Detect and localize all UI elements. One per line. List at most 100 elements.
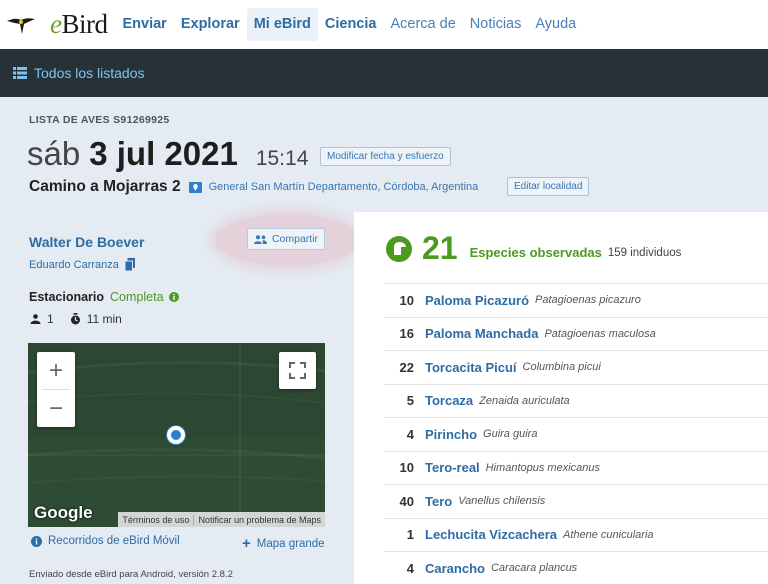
- species-scientific-name: Guira guira: [483, 428, 538, 441]
- observation-row: 4 Pirincho Guira guira: [384, 417, 768, 451]
- checklist-header: LISTA DE AVES S91269925 sáb 3 jul 2021 1…: [0, 97, 768, 212]
- big-map-label: Mapa grande: [256, 537, 325, 550]
- top-navigation: eBird Enviar Explorar Mi eBird Ciencia A…: [0, 0, 768, 49]
- observation-count: 4: [406, 426, 414, 442]
- species-common-name[interactable]: Pirincho: [425, 427, 477, 442]
- edit-location-button[interactable]: Editar localidad: [507, 177, 590, 196]
- nav-acerca-de[interactable]: Acerca de: [383, 8, 462, 41]
- checklist-id: LISTA DE AVES S91269925: [29, 114, 170, 126]
- sent-from-note: Enviado desde eBird para Android, versió…: [29, 569, 233, 580]
- species-icon: [386, 235, 412, 262]
- observation-count: 5: [406, 393, 414, 409]
- all-checklists-link[interactable]: Todos los listados: [34, 65, 145, 81]
- location-line: Camino a Mojarras 2 General San Martín D…: [29, 178, 478, 196]
- species-count: 21: [422, 230, 458, 266]
- observation-row: 16 Paloma Manchada Patagioenas maculosa: [384, 316, 768, 351]
- copy-icon: [124, 258, 135, 271]
- observation-count: 40: [399, 493, 414, 509]
- observation-row: 10 Paloma Picazuró Patagioenas picazuro: [384, 283, 768, 317]
- list-icon: [13, 67, 27, 79]
- duration-value: 11 min: [86, 312, 122, 326]
- ebird-wordmark: eBird: [50, 9, 108, 39]
- location-marker[interactable]: [167, 426, 185, 444]
- observation-count: 10: [399, 292, 414, 308]
- complete-status: Completa: [110, 290, 164, 304]
- nav-enviar[interactable]: Enviar: [116, 8, 174, 41]
- nav-ciencia[interactable]: Ciencia: [318, 8, 384, 41]
- species-scientific-name: Patagioenas maculosa: [544, 327, 656, 340]
- species-scientific-name: Columbina picui: [522, 361, 601, 374]
- location-name: Camino a Mojarras 2: [29, 178, 181, 195]
- species-common-name[interactable]: Tero-real: [425, 460, 480, 475]
- modify-date-effort-button[interactable]: Modificar fecha y esfuerzo: [320, 147, 451, 166]
- location-region[interactable]: General San Martín Departamento, Córdoba…: [209, 181, 479, 193]
- observation-row: 5 Torcaza Zenaida auriculata: [384, 383, 768, 418]
- protocol-line: Estacionario Completa: [29, 290, 179, 304]
- observation-row: 10 Tero-real Himantopus mexicanus: [384, 450, 768, 485]
- checklists-bar: Todos los listados: [0, 49, 768, 97]
- observation-count: 10: [399, 460, 414, 476]
- people-icon: [253, 234, 267, 244]
- fullscreen-button[interactable]: [279, 352, 316, 389]
- observer-name[interactable]: Walter De Boever: [29, 234, 144, 250]
- mobile-tracks-label: Recorridos de eBird Móvil: [48, 535, 180, 547]
- effort-stats: 1 11 min: [30, 312, 138, 326]
- checklist-date: 3 jul 2021: [89, 135, 238, 172]
- observation-count: 16: [399, 326, 414, 342]
- species-scientific-name: Caracara plancus: [490, 562, 578, 575]
- info-circle-icon: [31, 535, 42, 547]
- observation-count: 22: [399, 359, 414, 375]
- protocol-name: Estacionario: [29, 290, 105, 304]
- nav-ayuda[interactable]: Ayuda: [528, 8, 583, 41]
- report-problem-link[interactable]: Notificar un problema de Maps: [193, 514, 325, 525]
- map-zoom-controls: + −: [37, 352, 75, 427]
- info-icon[interactable]: [168, 292, 179, 302]
- plus-icon: +: [242, 535, 251, 552]
- species-scientific-name: Vanellus chilensis: [458, 495, 546, 508]
- species-common-name[interactable]: Torcacita Picuí: [425, 360, 517, 375]
- observation-row: 1 Lechucita Vizcachera Athene cunicularia: [384, 517, 768, 552]
- duration: 11 min: [70, 312, 122, 326]
- zoom-in-button[interactable]: +: [37, 352, 75, 389]
- party-size: 1: [30, 312, 54, 326]
- weekday: sáb: [27, 135, 81, 172]
- observation-list: 10 Paloma Picazuró Patagioenas picazuro 16…: [384, 283, 768, 584]
- party-size-value: 1: [47, 312, 54, 326]
- observation-row: 40 Tero Vanellus chilensis: [384, 484, 768, 518]
- species-common-name[interactable]: Paloma Picazuró: [425, 293, 529, 308]
- terms-link[interactable]: Términos de uso: [118, 515, 193, 525]
- shared-with-name[interactable]: Eduardo Carranza: [29, 259, 119, 271]
- nav-mi-ebird[interactable]: Mi eBird: [246, 8, 318, 41]
- google-logo: Google: [34, 503, 93, 522]
- zoom-out-button[interactable]: −: [37, 390, 75, 427]
- checklist-sidebar: Walter De Boever Compartir Eduardo Carra…: [0, 212, 359, 584]
- checklist-time: 15:14: [255, 147, 309, 170]
- species-common-name[interactable]: Torcaza: [425, 393, 473, 408]
- share-label: Compartir: [271, 233, 319, 245]
- species-common-name[interactable]: Paloma Manchada: [425, 326, 538, 341]
- map-attribution: Términos de uso Notificar un problema de…: [118, 512, 325, 527]
- share-button[interactable]: Compartir: [247, 228, 325, 250]
- species-scientific-name: Zenaida auriculata: [479, 394, 570, 407]
- nav-explorar[interactable]: Explorar: [174, 8, 247, 41]
- nav-noticias[interactable]: Noticias: [463, 8, 529, 41]
- shared-with: Eduardo Carranza: [29, 258, 135, 271]
- species-common-name[interactable]: Lechucita Vizcachera: [425, 527, 557, 542]
- fullscreen-icon: [289, 362, 306, 379]
- person-icon: [30, 314, 41, 324]
- observation-row: 22 Torcacita Picuí Columbina picui: [384, 350, 768, 384]
- observations-panel: 21 Especies observadas 159 individuos 10…: [354, 212, 768, 584]
- ebird-logo[interactable]: eBird: [0, 0, 108, 49]
- location-map[interactable]: + − Google Términos de uso Notificar un …: [28, 343, 325, 527]
- map-icon[interactable]: [188, 181, 202, 194]
- big-map-link[interactable]: + Mapa grande: [242, 535, 325, 552]
- individuals-count: 159 individuos: [607, 246, 682, 259]
- main-nav: Enviar Explorar Mi eBird Ciencia Acerca …: [116, 0, 584, 49]
- stopwatch-icon: [70, 313, 80, 325]
- species-common-name[interactable]: Carancho: [425, 561, 485, 576]
- mobile-tracks-link[interactable]: Recorridos de eBird Móvil: [31, 535, 180, 547]
- species-common-name[interactable]: Tero: [425, 494, 452, 509]
- species-scientific-name: Patagioenas picazuro: [535, 294, 641, 307]
- species-scientific-name: Athene cunicularia: [563, 528, 654, 541]
- observation-count: 4: [406, 560, 414, 576]
